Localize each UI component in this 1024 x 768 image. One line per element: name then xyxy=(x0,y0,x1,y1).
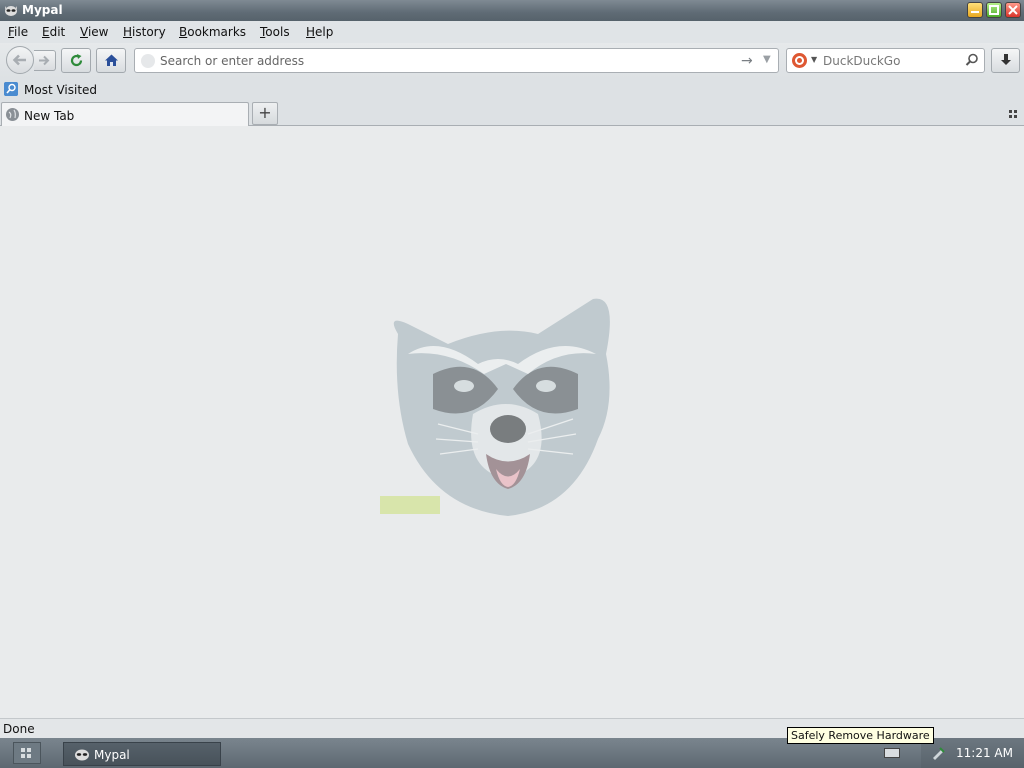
reload-icon xyxy=(70,54,83,67)
raccoon-logo xyxy=(380,298,610,516)
tab-strip: New Tab + xyxy=(0,101,1024,127)
menu-history-accel: H xyxy=(123,25,133,39)
search-bar[interactable]: ▼ xyxy=(786,48,985,73)
safely-remove-hardware-icon[interactable] xyxy=(931,746,945,760)
globe-icon xyxy=(6,108,19,121)
close-icon xyxy=(1008,5,1018,15)
menu-view-accel: V xyxy=(80,25,88,39)
home-button[interactable] xyxy=(96,48,126,73)
site-identity-icon xyxy=(141,54,155,68)
menu-help[interactable]: Help xyxy=(306,25,333,39)
bookmarks-toolbar: Most Visited xyxy=(0,78,1024,101)
engine-dropdown-icon[interactable]: ▼ xyxy=(811,55,817,64)
clock[interactable]: 11:21 AM xyxy=(956,746,1013,760)
title-bar[interactable]: Mypal xyxy=(0,0,1024,21)
bookmark-label: Most Visited xyxy=(24,83,98,97)
raccoon-icon xyxy=(5,6,17,16)
plus-icon: + xyxy=(258,103,272,122)
menu-edit-label: dit xyxy=(49,25,66,39)
url-input[interactable] xyxy=(160,52,730,69)
maximize-button[interactable] xyxy=(986,2,1002,18)
menu-help-accel: H xyxy=(306,25,316,39)
menu-file[interactable]: File xyxy=(8,25,28,39)
menu-history[interactable]: History xyxy=(123,25,166,39)
forward-button[interactable] xyxy=(34,50,56,71)
menu-bar: File Edit View History Bookmarks Tools H… xyxy=(0,21,1024,43)
tooltip: Safely Remove Hardware xyxy=(787,727,934,744)
menu-tools[interactable]: Tools xyxy=(260,25,290,39)
home-icon xyxy=(105,54,118,66)
tab-label: New Tab xyxy=(24,109,75,123)
back-button[interactable] xyxy=(6,46,34,74)
close-button[interactable] xyxy=(1005,2,1021,18)
maximize-icon xyxy=(989,5,999,15)
reload-button[interactable] xyxy=(61,48,91,73)
minimize-button[interactable] xyxy=(967,2,983,18)
keyboard-icon[interactable] xyxy=(884,748,900,758)
menu-file-label: ile xyxy=(14,25,29,39)
navigation-toolbar: → ▼ ▼ xyxy=(0,43,1024,78)
menu-view[interactable]: View xyxy=(80,25,108,39)
minimize-icon xyxy=(971,11,979,13)
menu-view-label: iew xyxy=(87,25,109,39)
taskbar-task-mypal[interactable]: Mypal xyxy=(63,742,221,766)
start-button[interactable] xyxy=(13,742,41,764)
status-text: Done xyxy=(3,722,35,736)
search-input[interactable] xyxy=(823,52,955,69)
address-bar[interactable]: → ▼ xyxy=(134,48,779,73)
menu-history-label: istory xyxy=(132,25,166,39)
downloads-button[interactable] xyxy=(991,48,1020,73)
menu-tools-label: ools xyxy=(265,25,290,39)
window-title: Mypal xyxy=(22,3,63,17)
download-arrow-icon xyxy=(1001,54,1011,65)
page-content xyxy=(0,126,1024,718)
raccoon-icon xyxy=(75,749,89,761)
tab-new-tab[interactable]: New Tab xyxy=(1,102,249,127)
search-icon[interactable] xyxy=(965,53,979,67)
back-arrow-icon xyxy=(12,54,26,66)
history-dropdown-icon[interactable]: ▼ xyxy=(763,54,771,65)
go-arrow-icon[interactable]: → xyxy=(741,53,753,69)
new-tab-button[interactable]: + xyxy=(252,102,278,125)
forward-arrow-icon xyxy=(39,55,50,66)
menu-edit[interactable]: Edit xyxy=(42,25,65,39)
menu-edit-accel: E xyxy=(42,25,50,39)
menu-help-label: elp xyxy=(315,25,334,39)
duckduckgo-icon[interactable] xyxy=(792,53,807,68)
smart-folder-icon xyxy=(4,82,18,96)
menu-bookmarks[interactable]: Bookmarks xyxy=(179,25,246,39)
menu-bookmarks-accel: B xyxy=(179,25,188,39)
list-all-tabs-icon[interactable] xyxy=(1009,110,1017,118)
task-label: Mypal xyxy=(94,748,130,762)
menu-bookmarks-label: ookmarks xyxy=(187,25,247,39)
